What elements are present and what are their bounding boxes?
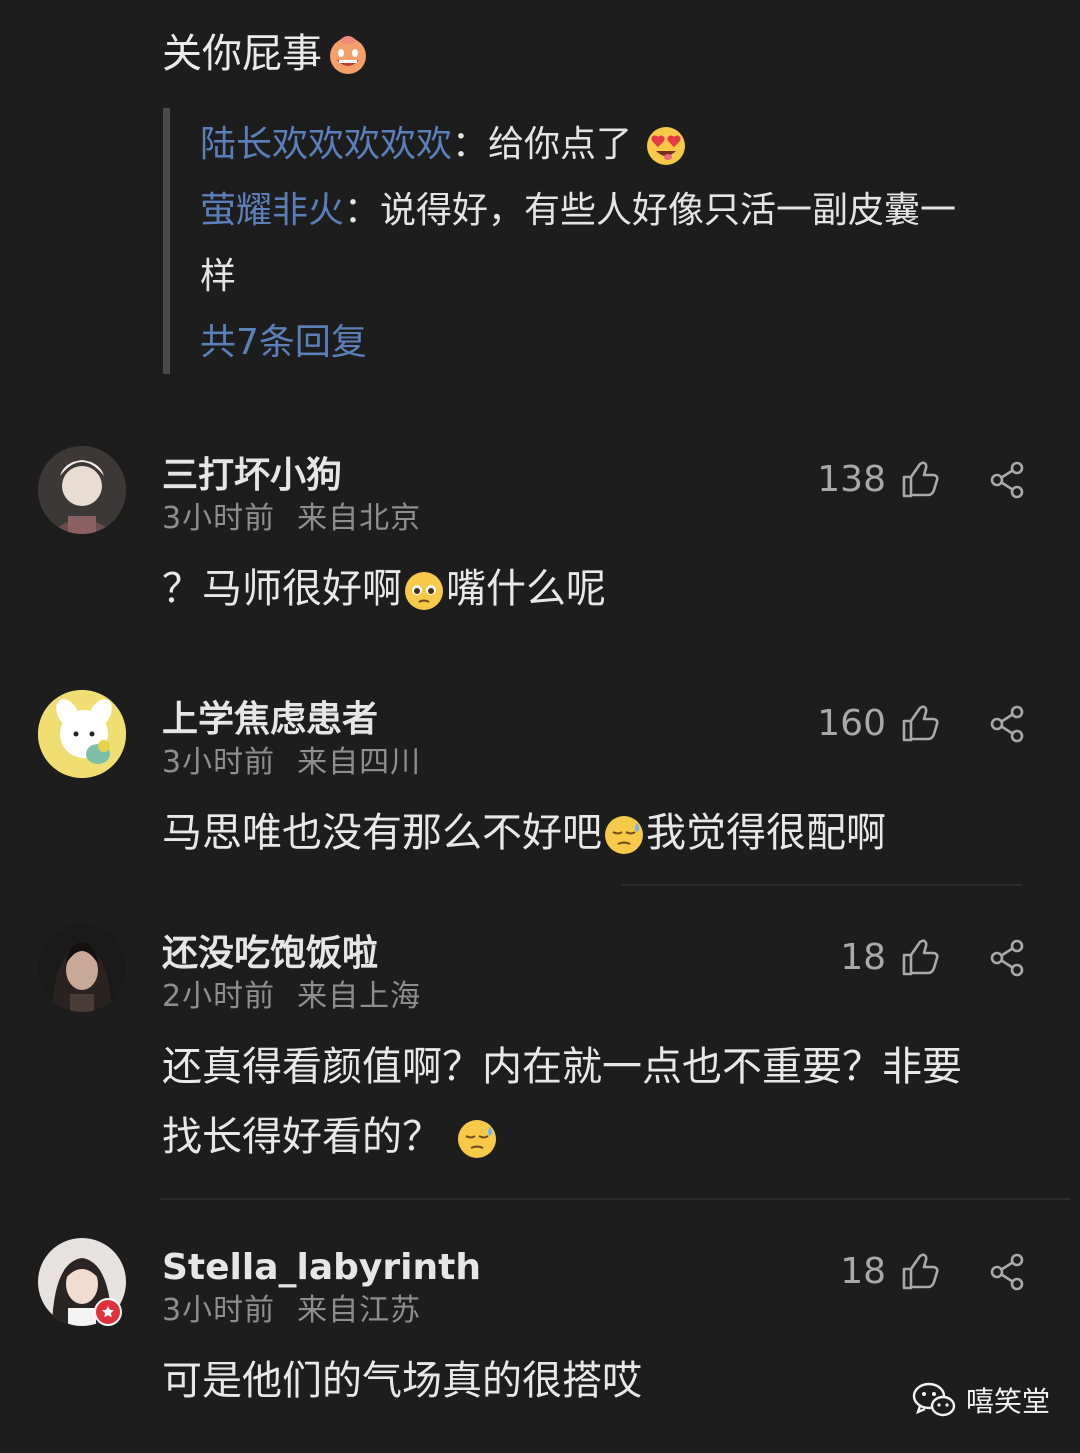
comment-item: 上学焦虑患者 3小时前 来自四川 160 马思唯也没有那么不好吧 我觉得很配啊: [0, 684, 1080, 894]
comment-username[interactable]: 三打坏小狗: [162, 454, 342, 498]
comment-location: 来自北京: [297, 501, 422, 536]
thumbs-up-icon: [900, 938, 940, 978]
watermark: 嘻笑堂: [912, 1380, 1050, 1420]
comment-text-part: 我觉得很配啊: [646, 810, 886, 856]
reply-preview-item: 萤耀非火：说得好，有些人好像只活一副皮囊一: [200, 182, 956, 240]
share-button[interactable]: [986, 458, 1030, 502]
comment-username[interactable]: 上学焦虑患者: [162, 698, 378, 742]
share-icon: [988, 1252, 1028, 1292]
comment-time: 3小时前: [162, 745, 276, 780]
comment-text-part: 马思唯也没有那么不好吧: [162, 810, 602, 856]
comment-item: 三打坏小狗 3小时前 来自北京 138 ？马师很好啊 嘴什么呢: [0, 440, 1080, 650]
like-button[interactable]: [898, 936, 942, 980]
parent-comment-text: 关你屁事: [162, 31, 322, 77]
share-button[interactable]: [986, 936, 1030, 980]
like-button[interactable]: [898, 1250, 942, 1294]
comment-username[interactable]: 还没吃饱饭啦: [162, 932, 378, 976]
comment-meta: 3小时前 来自北京: [162, 500, 421, 538]
comment-text-part: 嘴什么呢: [446, 566, 606, 612]
heart-eyes-emoji: [646, 127, 685, 165]
sweat-face-emoji: [455, 1117, 499, 1161]
reply-username[interactable]: 陆长欢欢欢欢欢: [200, 124, 452, 165]
reply-username[interactable]: 萤耀非火: [200, 190, 344, 231]
like-button[interactable]: [898, 702, 942, 746]
verified-badge-icon: [94, 1298, 122, 1326]
share-button[interactable]: [986, 702, 1030, 746]
more-replies-link[interactable]: 共7条回复: [200, 314, 367, 372]
comment-location: 来自四川: [297, 745, 422, 780]
share-icon: [988, 704, 1028, 744]
comment-text-line1: 还真得看颜值啊？内在就一点也不重要？非要: [162, 1044, 962, 1090]
like-button[interactable]: [898, 458, 942, 502]
comment-item: 还没吃饱饭啦 2小时前 来自上海 18 还真得看颜值啊？内在就一点也不重要？非要 …: [0, 918, 1080, 1188]
parent-comment: 关你屁事: [162, 26, 370, 82]
grinning-face-emoji: [330, 36, 366, 74]
comment-text-part: 找长得好看的？: [162, 1114, 442, 1160]
comment-meta: 3小时前 来自江苏: [162, 1292, 421, 1330]
comment-location: 来自上海: [297, 979, 422, 1014]
reply-separator: ：: [452, 124, 489, 165]
pleading-face-emoji: [405, 572, 443, 610]
like-count: 18: [840, 1251, 886, 1292]
thumbs-up-icon: [900, 460, 940, 500]
wechat-icon: [912, 1382, 956, 1417]
like-count: 160: [817, 703, 886, 744]
share-button[interactable]: [986, 1250, 1030, 1294]
comment-time: 3小时前: [162, 1293, 276, 1328]
comment-text: 马思唯也没有那么不好吧 我觉得很配啊: [162, 798, 886, 868]
comment-username[interactable]: Stella_labyrinth: [162, 1246, 481, 1290]
comment-location: 来自江苏: [297, 1293, 422, 1328]
thumbs-up-icon: [900, 1252, 940, 1292]
avatar-image: [38, 924, 126, 1012]
avatar[interactable]: [38, 446, 126, 534]
comment-text: 可是他们的气场真的很搭哎: [162, 1358, 642, 1404]
reply-text: 给你点了: [488, 124, 633, 165]
share-icon: [988, 938, 1028, 978]
watermark-label: 嘻笑堂: [966, 1385, 1051, 1418]
comment-text: ？马师很好啊 嘴什么呢: [162, 554, 606, 624]
thumbs-up-icon: [900, 704, 940, 744]
star-icon: [102, 1306, 114, 1318]
comment-meta: 3小时前 来自四川: [162, 744, 421, 782]
reply-preview-item: 陆长欢欢欢欢欢：给你点了: [200, 116, 688, 174]
like-count: 18: [840, 937, 886, 978]
avatar[interactable]: [38, 690, 126, 778]
comment-text-line2-wrap: 找长得好看的？: [162, 1102, 499, 1172]
comment-text-part: ？马师很好啊: [162, 566, 402, 612]
comment-meta: 2小时前 来自上海: [162, 978, 421, 1016]
reply-text-line2: 样: [200, 256, 237, 297]
share-icon: [988, 460, 1028, 500]
divider: [622, 884, 1022, 886]
sweat-face-emoji: [602, 813, 646, 857]
like-count: 138: [817, 459, 886, 500]
avatar[interactable]: [38, 924, 126, 1012]
divider: [160, 1198, 1070, 1200]
comment-time: 2小时前: [162, 979, 276, 1014]
avatar-image: [38, 690, 126, 778]
reply-separator: ：: [344, 190, 381, 231]
reply-text-line1: 说得好，有些人好像只活一副皮囊一: [380, 190, 957, 231]
avatar-image: [38, 446, 126, 534]
reply-preview-box[interactable]: 陆长欢欢欢欢欢：给你点了 萤耀非火：说得好，有些人好像只活一副皮囊一 样 共7条…: [163, 108, 1053, 374]
comment-time: 3小时前: [162, 501, 276, 536]
